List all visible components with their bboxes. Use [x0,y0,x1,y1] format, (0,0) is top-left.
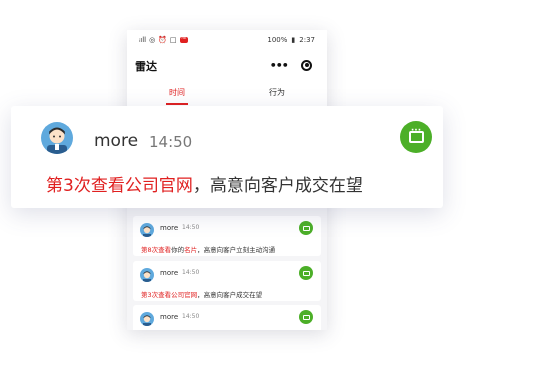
battery-saver-icon: □ [169,36,177,44]
chat-icon [302,270,310,276]
timestamp: 14:50 [182,224,200,231]
clock: 2:37 [299,36,315,44]
wifi-icon: ◎ [149,36,156,44]
more-icon[interactable]: ••• [270,59,289,72]
battery-icon: ▮ [291,36,296,44]
tab-bar: 时间 行为 [127,80,327,106]
list-item[interactable]: more 14:50 第3次查看公司官网，高意向客户成交在望 [133,261,321,301]
highlight-text: 第3次查看公司官网 [141,291,198,299]
user-name: more [160,224,179,232]
timestamp: 14:50 [149,133,193,151]
signal-icon: ᵢıll [139,36,147,44]
mini-program-capsule: ••• [263,55,319,75]
activity-message: 第8次查看你的名片，高意向客户立刻主动沟通 [141,244,275,254]
avatar [140,312,154,326]
chat-icon [302,314,310,320]
avatar [140,223,154,237]
alarm-icon: ⏰ [158,36,167,44]
activity-message: 第3次查看公司官网，高意向客户成交在望 [46,171,363,196]
message-text: ，高意向客户立刻主动沟通 [197,246,276,254]
page-title: 雷达 [135,60,157,73]
chat-button[interactable] [400,121,432,153]
message-text: 你的 [171,246,185,254]
highlight-text: 第3次查看公司官网 [46,176,193,196]
chat-icon [408,126,424,143]
hd-badge-icon: ᴴᴰ [179,37,189,43]
chat-icon [302,225,310,231]
highlight-text: 第8次查看 [141,246,172,254]
status-bar: ᵢıll ◎ ⏰ □ ᴴᴰ 100% ▮ 2:37 [127,30,327,50]
avatar [41,122,73,154]
featured-activity-card[interactable]: more 14:50 第3次查看公司官网，高意向客户成交在望 [11,106,443,208]
timestamp: 14:50 [182,269,200,276]
list-item[interactable]: more 14:50 第8次查看你的名片，高意向客户立刻主动沟通 [133,216,321,256]
user-name: more [94,131,139,151]
chat-button[interactable] [299,221,313,235]
close-mini-program-icon[interactable] [301,59,313,71]
list-item[interactable]: more 14:50 [133,305,321,330]
battery-level: 100% [267,36,288,44]
user-name: more [160,269,179,277]
message-text: ，高意向客户成交在望 [197,291,263,299]
timestamp: 14:50 [182,313,200,320]
user-name: more [160,313,179,321]
activity-message: 第3次查看公司官网，高意向客户成交在望 [141,289,262,299]
chat-button[interactable] [299,266,313,280]
tab-behavior[interactable]: 行为 [227,80,327,106]
chat-button[interactable] [299,310,313,324]
message-text: ，高意向客户成交在望 [192,176,363,196]
tab-time[interactable]: 时间 [127,80,227,106]
nav-bar: 雷达 ••• [127,50,327,80]
avatar [140,268,154,282]
highlight-text: 名片 [184,246,198,254]
